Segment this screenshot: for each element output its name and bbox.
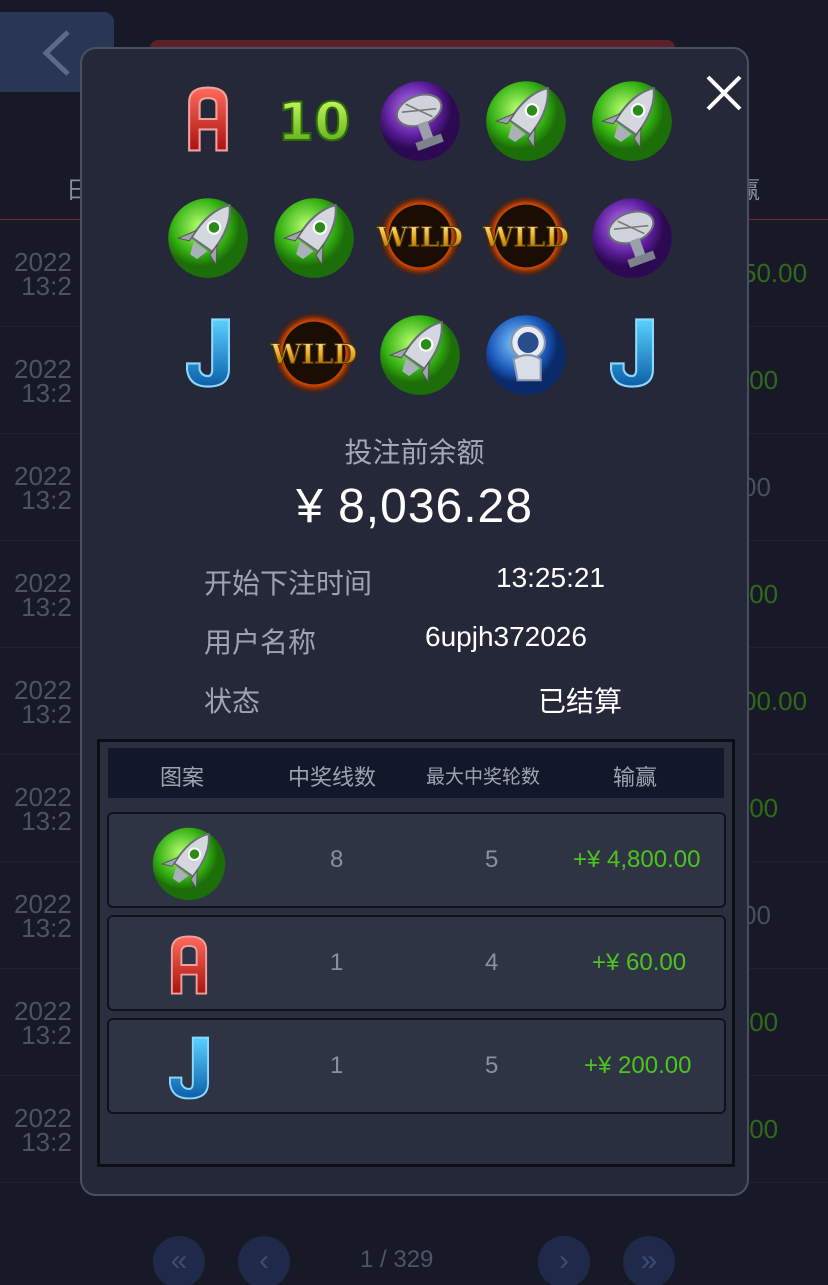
table-row: 8 5 +¥ 4,800.00 [107, 812, 726, 908]
astronaut-icon [478, 305, 574, 401]
table-row: 1 5 +¥ 200.00 [107, 1018, 726, 1114]
prev-page-button[interactable]: ‹ [238, 1236, 290, 1285]
chevron-left-icon [42, 30, 70, 76]
balance-title: 投注前余额 [344, 437, 485, 468]
wild-icon: WILD [372, 188, 468, 284]
close-button[interactable] [702, 71, 746, 115]
bet-detail-modal: 10 WILD WILD WILD 投注前余额 ¥ 8,036.28 开始下注时… [80, 47, 749, 1196]
row-reels: 4 [485, 949, 499, 976]
A-icon [160, 71, 256, 167]
row-symbol [141, 1020, 237, 1116]
row-win: +¥ 4,800.00 [573, 846, 701, 873]
table-row: 1 4 +¥ 60.00 [107, 915, 726, 1011]
bet-time-value: 13:25:21 [496, 562, 605, 593]
row-lines: 1 [330, 949, 344, 976]
page-indicator: 1 / 329 [360, 1246, 434, 1273]
rocket-icon [584, 71, 680, 167]
J-icon [584, 305, 680, 401]
status-label: 状态 [204, 686, 261, 717]
satellite-icon [372, 71, 468, 167]
rocket-icon [478, 71, 574, 167]
row-win: +¥ 200.00 [584, 1052, 692, 1079]
win-table: 图案 中奖线数 最大中奖轮数 输赢 8 5 +¥ 4,800.00 1 4 +¥… [97, 739, 735, 1167]
col-reels: 最大中奖轮数 [426, 767, 541, 788]
screen: { "background": { "pager_text": "1 / 329… [0, 0, 828, 1285]
bet-time-label: 开始下注时间 [204, 568, 373, 599]
svg-text:WILD: WILD [270, 338, 357, 370]
row-win: +¥ 60.00 [592, 949, 687, 976]
next-page-button[interactable]: › [538, 1236, 590, 1285]
col-lines: 中奖线数 [288, 765, 377, 790]
wild-icon: WILD [478, 188, 574, 284]
first-page-button[interactable]: « [153, 1236, 205, 1285]
background-pager: « ‹ 1 / 329 › » [0, 1236, 828, 1285]
row-lines: 1 [330, 1052, 344, 1079]
J-icon [169, 1036, 209, 1100]
row-symbol [141, 917, 237, 1013]
rocket-icon [160, 188, 256, 284]
username-label: 用户名称 [204, 627, 317, 658]
rocket-icon [152, 827, 226, 901]
col-win: 输赢 [613, 765, 658, 790]
rocket-icon [266, 188, 362, 284]
A-icon [170, 935, 208, 995]
row-symbol [141, 814, 237, 910]
balance-value: ¥ 8,036.28 [296, 480, 533, 533]
status-value: 已结算 [538, 686, 623, 717]
close-icon [706, 75, 742, 111]
col-symbol: 图案 [160, 765, 205, 790]
rocket-icon [372, 305, 468, 401]
username-value: 6upjh372026 [425, 621, 587, 652]
last-page-button[interactable]: » [623, 1236, 675, 1285]
table-header: 图案 中奖线数 最大中奖轮数 输赢 [108, 748, 724, 798]
wild-icon: WILD [266, 305, 362, 401]
10-icon: 10 [266, 71, 362, 167]
svg-text:WILD: WILD [482, 221, 569, 253]
row-lines: 8 [330, 846, 344, 873]
svg-text:10: 10 [278, 92, 351, 153]
svg-text:WILD: WILD [376, 221, 463, 253]
satellite-icon [584, 188, 680, 284]
J-icon [160, 305, 256, 401]
row-reels: 5 [485, 846, 499, 873]
row-reels: 5 [485, 1052, 499, 1079]
